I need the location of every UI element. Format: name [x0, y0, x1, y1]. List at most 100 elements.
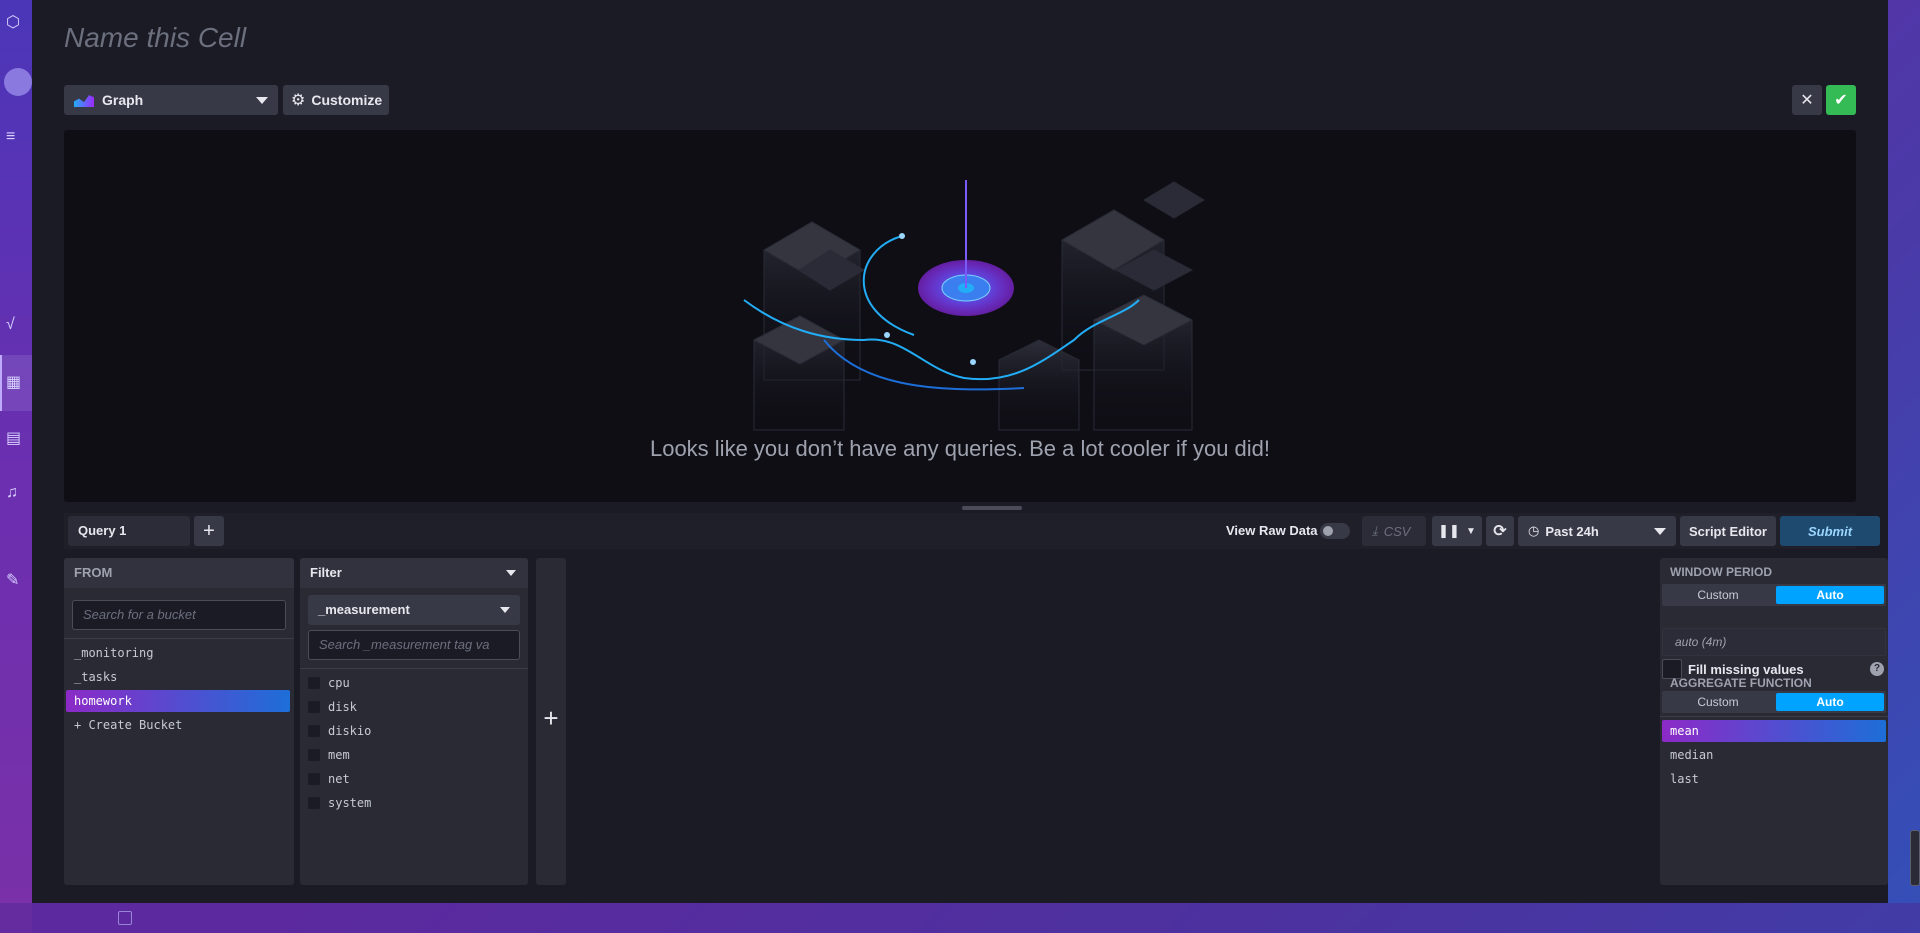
view-type-label: Graph [102, 92, 144, 108]
csv-label: CSV [1383, 523, 1411, 539]
chevron-down-icon [500, 607, 510, 613]
autorefresh-dropdown[interactable]: ❚❚ ▼ [1432, 516, 1482, 546]
tag-value-item[interactable]: diskio [308, 720, 371, 742]
create-bucket-link[interactable]: + Create Bucket [66, 714, 290, 736]
aggregate-custom-option[interactable]: Custom [1664, 693, 1772, 711]
clock-icon: ◷ [1528, 523, 1540, 538]
time-range-label: Past 24h [1545, 523, 1599, 539]
filter-function-dropdown[interactable]: Filter [300, 558, 528, 588]
tag-value-label: disk [328, 700, 357, 714]
filter-panel: Filter _measurement Search _measurement … [300, 558, 528, 885]
scrollbar-handle[interactable] [1910, 830, 1920, 886]
aggregate-function-title: AGGREGATE FUNCTION [1670, 676, 1812, 690]
add-query-button[interactable]: + [194, 516, 224, 546]
view-raw-data-label: View Raw Data [1226, 523, 1318, 538]
tag-value-item[interactable]: system [308, 792, 371, 814]
aggregate-mode-toggle: Custom Auto [1662, 691, 1886, 713]
plus-icon: + [543, 703, 559, 733]
chevron-down-icon: ▼ [1465, 525, 1476, 537]
tag-key-dropdown[interactable]: _measurement [308, 595, 520, 625]
aggregate-function-item-selected[interactable]: mean [1662, 720, 1886, 742]
checkbox[interactable] [308, 797, 320, 809]
view-raw-data-toggle[interactable] [1320, 523, 1350, 539]
alerts-icon[interactable]: ♫ [6, 484, 30, 508]
bucket-item-selected[interactable]: homework [66, 690, 290, 712]
left-nav: ⬡ ≡ √ ▦ ▤ ♫ ✎ [0, 0, 32, 933]
checkbox[interactable] [308, 773, 320, 785]
filter-header-label: Filter [310, 565, 342, 580]
window-period-toggle: Custom Auto [1662, 584, 1886, 606]
close-icon: ✕ [1800, 92, 1814, 109]
chevron-down-icon [506, 570, 516, 576]
tag-value-label: mem [328, 748, 350, 762]
script-editor-button[interactable]: Script Editor [1680, 516, 1776, 546]
cell-name-input[interactable]: Name this Cell [64, 22, 246, 54]
help-icon[interactable]: ? [1870, 662, 1884, 676]
cell-editor-overlay: Name this Cell Graph ⚙ Customize ✕ ✔ Loo… [32, 0, 1888, 903]
empty-graph-message: Looks like you don’t have any queries. B… [649, 436, 1271, 461]
submit-button[interactable]: Submit [1780, 516, 1880, 546]
chevron-down-icon [1654, 528, 1666, 535]
graph-icon [74, 95, 94, 107]
graph-preview: Looks like you don’t have any queries. B… [64, 130, 1856, 502]
refresh-icon: ⟳ [1493, 523, 1507, 540]
bucket-search-input[interactable]: Search for a bucket [72, 600, 286, 630]
customize-button[interactable]: ⚙ Customize [283, 85, 389, 115]
tag-value-item[interactable]: disk [308, 696, 357, 718]
aggregate-function-item[interactable]: last [1662, 768, 1886, 790]
bucket-item[interactable]: _monitoring [66, 642, 290, 664]
tag-value-item[interactable]: net [308, 768, 350, 790]
checkbox[interactable] [308, 677, 320, 689]
checkbox[interactable] [308, 701, 320, 713]
resize-handle[interactable] [962, 506, 1022, 510]
toggle-knob [1323, 526, 1333, 536]
from-panel: FROM Search for a bucket _monitoring _ta… [64, 558, 294, 885]
fill-missing-label: Fill missing values [1688, 661, 1804, 677]
checkbox[interactable] [308, 725, 320, 737]
tag-value-item[interactable]: mem [308, 744, 350, 766]
aggregate-panel: WINDOW PERIOD Custom Auto auto (4m) Fill… [1660, 558, 1888, 885]
chevron-down-icon [256, 97, 268, 104]
tag-value-label: cpu [328, 676, 350, 690]
download-icon: ⤓ [1372, 523, 1378, 538]
view-type-dropdown[interactable]: Graph [64, 85, 278, 115]
time-range-dropdown[interactable]: ◷ Past 24h [1518, 516, 1676, 546]
csv-download-button[interactable]: ⤓ CSV [1362, 516, 1426, 546]
bucket-item[interactable]: _tasks [66, 666, 290, 688]
tag-value-label: diskio [328, 724, 372, 738]
collapse-nav-icon[interactable] [118, 911, 132, 925]
window-period-input[interactable]: auto (4m) [1662, 628, 1886, 656]
checkbox[interactable] [308, 749, 320, 761]
refresh-button[interactable]: ⟳ [1486, 516, 1514, 546]
tab-query-1[interactable]: Query 1 [68, 516, 190, 546]
tag-value-item[interactable]: cpu [308, 672, 350, 694]
settings-wrench-icon[interactable]: ✎ [6, 570, 30, 594]
window-custom-option[interactable]: Custom [1664, 586, 1772, 604]
bottom-strip [0, 903, 1920, 933]
tag-value-label: system [328, 796, 372, 810]
tag-value-search-input[interactable]: Search _measurement tag va [308, 630, 520, 660]
avatar[interactable] [4, 68, 32, 96]
window-auto-option[interactable]: Auto [1776, 586, 1884, 604]
logo-icon[interactable]: ⬡ [6, 12, 30, 36]
tag-value-label: net [328, 772, 350, 786]
tasks-icon[interactable]: ▤ [6, 428, 30, 452]
divider [1660, 716, 1888, 717]
query-bar: Query 1 + View Raw Data ⤓ CSV ❚❚ ▼ ⟳ ◷ P… [64, 513, 1880, 549]
aggregate-auto-option[interactable]: Auto [1776, 693, 1884, 711]
customize-label: Customize [311, 92, 383, 108]
from-header: FROM [64, 558, 294, 588]
cancel-button[interactable]: ✕ [1792, 85, 1822, 115]
pause-icon: ❚❚ [1438, 523, 1460, 538]
aggregate-function-item[interactable]: median [1662, 744, 1886, 766]
explore-icon[interactable]: √ [6, 316, 30, 340]
divider [300, 668, 528, 669]
save-button[interactable]: ✔ [1826, 85, 1856, 115]
gear-icon: ⚙ [291, 92, 306, 109]
checkmark-icon: ✔ [1834, 92, 1848, 109]
tag-key-label: _measurement [318, 602, 410, 617]
add-filter-button[interactable]: + [536, 558, 566, 885]
divider [64, 638, 294, 639]
database-icon[interactable]: ≡ [6, 128, 30, 152]
dashboards-icon[interactable]: ▦ [6, 372, 30, 396]
